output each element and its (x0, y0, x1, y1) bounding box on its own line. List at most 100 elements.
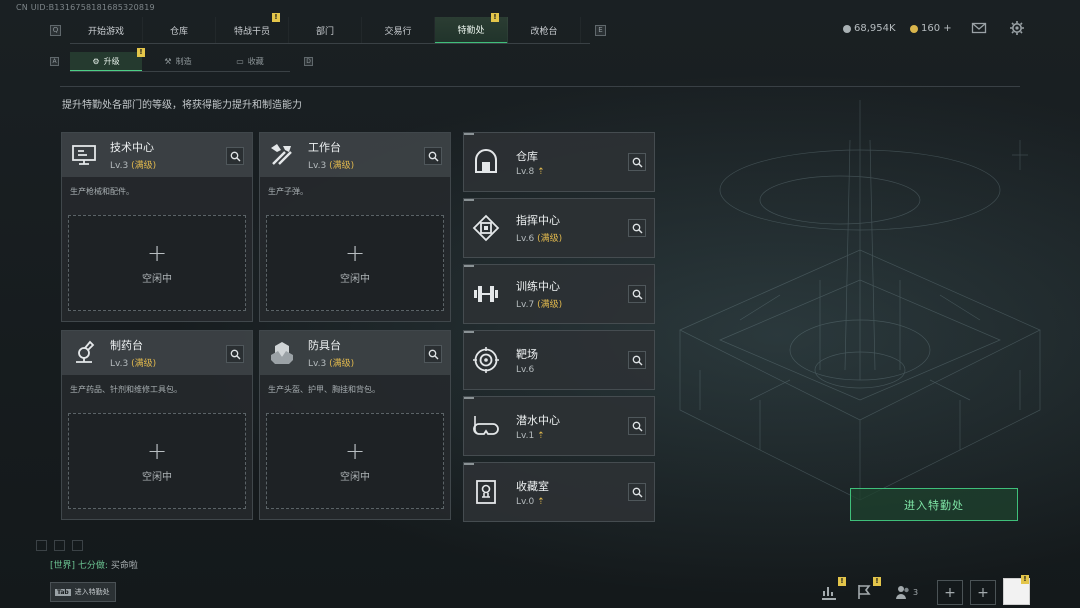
subnav-next-key[interactable]: D (304, 57, 313, 66)
collection-room-icon (476, 480, 496, 504)
nav-prev-key[interactable]: Q (50, 25, 61, 36)
tab-trading[interactable]: 交易行 (362, 17, 435, 44)
add-icon: + (344, 238, 366, 267)
invite-slot-1[interactable]: + (937, 580, 963, 605)
facility-name: 仓库 (516, 149, 538, 163)
shooting-range-icon (473, 347, 499, 373)
subtab-label: 升级 (103, 56, 120, 66)
facility-card-collection-room[interactable]: 收藏室 Lv.0 ⇡ (463, 462, 655, 522)
inspect-button[interactable] (628, 417, 646, 435)
production-slot[interactable]: + 空闲中 (68, 413, 246, 509)
money-display[interactable]: 68,954K (843, 23, 896, 34)
tech-center-icon (72, 145, 96, 165)
enter-special-ops-button[interactable]: 进入特勤处 (850, 488, 1018, 521)
subtab-craft[interactable]: ⚒ 制造 (142, 52, 214, 71)
facility-card-warehouse[interactable]: 仓库 Lv.8 ⇡ (463, 132, 655, 192)
workshop-description: 生产子弹。 (268, 187, 308, 196)
card-header: 技术中心 Lv.3 (满级) (62, 133, 252, 177)
facility-name: 靶场 (516, 347, 538, 361)
main-nav: 开始游戏 仓库 特战干员! 部门 交易行 特勤处! 改枪台 (70, 13, 581, 44)
tab-start-game[interactable]: 开始游戏 (70, 17, 143, 44)
notification-badge: ! (873, 577, 881, 586)
add-icon: + (944, 584, 956, 601)
workshop-description: 生产枪械和配件。 (70, 187, 134, 196)
inspect-button[interactable] (628, 351, 646, 369)
invite-slot-2[interactable]: + (970, 580, 996, 605)
page-description: 提升特勤处各部门的等级，将获得能力提升和制造能力 (62, 100, 302, 111)
header-divider (60, 86, 1020, 87)
max-level-tag: (满级) (131, 359, 157, 369)
hint-label: 进入特勤处 (74, 588, 110, 596)
inspect-button[interactable] (628, 285, 646, 303)
facility-level: Lv.8 ⇡ (516, 166, 545, 177)
production-slot[interactable]: + 空闲中 (68, 215, 246, 311)
upgrade-available-icon: ⇡ (537, 430, 545, 441)
add-icon: + (146, 238, 168, 267)
inspect-button[interactable] (628, 219, 646, 237)
coins-value: 160 + (921, 23, 952, 34)
inspect-button[interactable] (628, 483, 646, 501)
facility-card-training-center[interactable]: 训练中心 Lv.7 (满级) (463, 264, 655, 324)
pharmacy-icon (76, 340, 95, 363)
notification-badge: ! (272, 13, 280, 22)
facility-name: 潜水中心 (516, 413, 560, 427)
workshop-card-workbench[interactable]: 工作台 Lv.3 (满级) 生产子弹。 + 空闲中 (259, 132, 451, 322)
workshop-card-armor-bench[interactable]: 防具台 Lv.3 (满级) 生产头盔、护甲、胸挂和背包。 + 空闲中 (259, 330, 451, 520)
facility-name: 训练中心 (516, 280, 560, 293)
mail-icon[interactable] (971, 20, 987, 36)
inspect-button[interactable] (424, 345, 442, 363)
tab-operators[interactable]: 特战干员! (216, 13, 289, 44)
tab-special-ops[interactable]: 特勤处! (435, 13, 508, 44)
coins-display[interactable]: 160 + (910, 23, 952, 34)
inspect-button[interactable] (226, 147, 244, 165)
search-icon (230, 151, 240, 161)
tab-gunsmith[interactable]: 改枪台 (508, 17, 581, 44)
flag-icon[interactable] (855, 583, 873, 601)
production-slot[interactable]: + 空闲中 (266, 215, 444, 311)
workshop-name: 防具台 (308, 339, 341, 352)
tab-label: 部门 (315, 27, 334, 37)
chat-sender: 七分做: (77, 561, 108, 571)
notification-badge: ! (838, 577, 846, 586)
silver-coin-icon (843, 24, 851, 33)
search-icon (632, 157, 642, 167)
squad-button[interactable]: 3 (895, 584, 918, 600)
inspect-button[interactable] (226, 345, 244, 363)
workshop-description: 生产头盔、护甲、胸挂和背包。 (268, 385, 380, 394)
stats-icon[interactable] (820, 583, 838, 601)
chat-channel: [世界] (50, 561, 76, 571)
facility-level: Lv.0 ⇡ (516, 496, 545, 507)
tab-key: Tab (55, 588, 71, 596)
facility-level: Lv.1 ⇡ (516, 430, 545, 441)
inspect-button[interactable] (424, 147, 442, 165)
subtab-upgrade[interactable]: ⚙ 升级 ! (70, 48, 145, 71)
craft-icon: ⚒ (164, 57, 172, 66)
search-icon (428, 151, 438, 161)
max-level-tag: (满级) (537, 234, 563, 244)
nav-divider (70, 43, 590, 44)
subnav-prev-key[interactable]: A (50, 57, 59, 66)
armor-bench-icon (271, 342, 293, 364)
subtab-collection[interactable]: ▭ 收藏 (214, 52, 286, 71)
workshop-card-tech-center[interactable]: 技术中心 Lv.3 (满级) 生产枪械和配件。 + 空闲中 (61, 132, 253, 322)
tab-departments[interactable]: 部门 (289, 17, 362, 44)
search-icon (632, 223, 642, 233)
workshop-card-pharmacy[interactable]: 制药台 Lv.3 (满级) 生产药品、针剂和维修工具包。 + 空闲中 (61, 330, 253, 520)
upgrade-available-icon: ⇡ (537, 166, 545, 177)
card-header: 工作台 Lv.3 (满级) (260, 133, 450, 177)
facility-card-shooting-range[interactable]: 靶场 Lv.6 (463, 330, 655, 390)
gold-coin-icon (910, 24, 918, 33)
settings-gear-icon[interactable] (1009, 20, 1025, 36)
world-chat[interactable]: [世界] 七分做: 买命啦 (50, 558, 138, 571)
nav-next-key[interactable]: E (595, 25, 606, 36)
facility-level: Lv.7 (满级) (516, 300, 563, 310)
search-icon (632, 421, 642, 431)
production-slot[interactable]: + 空闲中 (266, 413, 444, 509)
facility-card-command-center[interactable]: 指挥中心 Lv.6 (满级) (463, 198, 655, 258)
enter-hint-button[interactable]: Tab 进入特勤处 (50, 582, 116, 602)
facility-card-diving-center[interactable]: 潜水中心 Lv.1 ⇡ (463, 396, 655, 456)
inspect-button[interactable] (628, 153, 646, 171)
decor-square (72, 540, 83, 551)
tab-warehouse[interactable]: 仓库 (143, 17, 216, 44)
facility-level: Lv.6 (516, 364, 535, 375)
